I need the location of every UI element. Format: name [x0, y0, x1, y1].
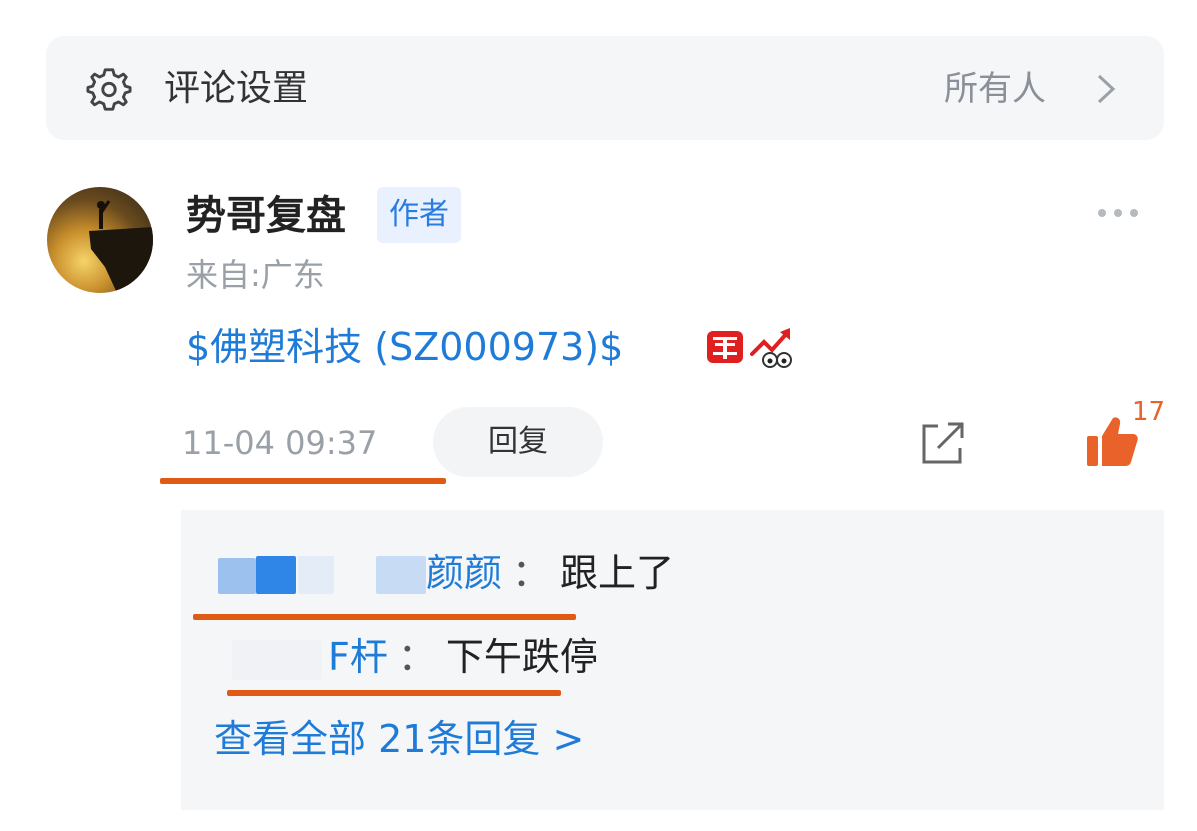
- like-count: 17: [1132, 397, 1166, 427]
- annotation-underline: [227, 690, 561, 696]
- redacted-name: [218, 558, 256, 594]
- annotation-underline: [193, 614, 576, 620]
- settings-value: 所有人: [944, 69, 1046, 109]
- author-name[interactable]: 势哥复盘: [186, 188, 346, 244]
- comment-settings-bar[interactable]: 评论设置 所有人: [46, 36, 1164, 140]
- more-options-icon[interactable]: [1094, 205, 1142, 221]
- reply-item[interactable]: 颜颜：跟上了: [426, 546, 674, 600]
- avatar[interactable]: [47, 187, 153, 293]
- redacted-name: [232, 640, 322, 680]
- author-origin: 来自:广东: [186, 256, 325, 294]
- reply-button[interactable]: 回复: [433, 407, 603, 477]
- stock-link[interactable]: $佛塑科技 (SZ000973)$: [186, 320, 623, 374]
- gear-icon: [86, 68, 132, 111]
- reply-item[interactable]: F杆：下午跌停: [328, 630, 598, 684]
- reply-author[interactable]: 颜颜: [426, 551, 502, 595]
- view-all-replies-link[interactable]: 查看全部 21条回复 >: [214, 712, 584, 766]
- reply-text: 跟上了: [560, 551, 675, 595]
- redacted-name: [256, 556, 296, 594]
- reply-separator: ：: [397, 635, 436, 679]
- settings-title: 评论设置: [164, 68, 309, 109]
- reply-author[interactable]: F杆: [328, 635, 388, 679]
- annotation-underline: [160, 478, 446, 484]
- share-icon[interactable]: [918, 420, 968, 468]
- trend-up-emoji-icon: [750, 328, 792, 368]
- redacted-name: [298, 556, 334, 594]
- reply-separator: ：: [512, 551, 551, 595]
- buy-emoji-icon: [707, 331, 743, 363]
- comment-timestamp: 11-04 09:37: [182, 424, 378, 462]
- author-badge: 作者: [377, 187, 461, 243]
- reply-text: 下午跌停: [445, 635, 598, 679]
- redacted-name: [376, 556, 426, 594]
- avatar-image: [89, 200, 153, 293]
- chevron-right-icon: [1097, 74, 1116, 104]
- thumbs-up-icon[interactable]: [1085, 414, 1139, 468]
